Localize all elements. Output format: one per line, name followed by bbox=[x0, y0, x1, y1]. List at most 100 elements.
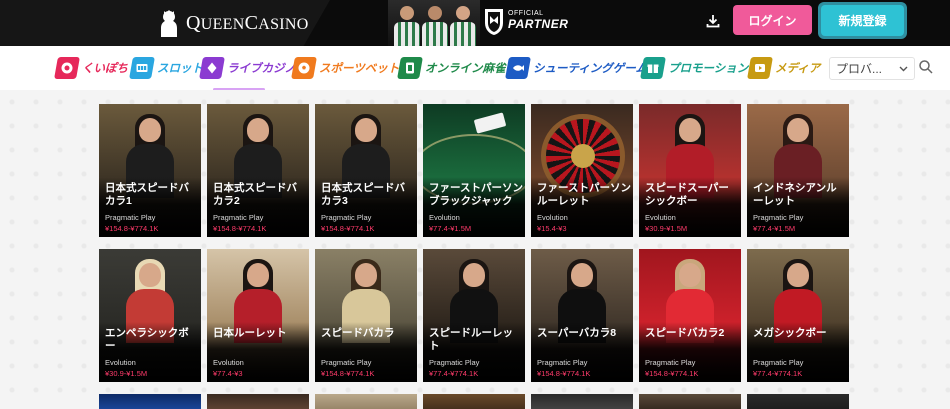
game-card[interactable]: 日本式スピードバカラ3 Pragmatic Play ¥154.8-¥774.1K bbox=[315, 104, 417, 237]
game-card[interactable] bbox=[99, 394, 201, 409]
signup-button[interactable]: 新規登録 bbox=[818, 2, 907, 39]
game-provider: Pragmatic Play bbox=[537, 358, 588, 367]
provider-select[interactable]: プロバ... bbox=[829, 57, 915, 80]
game-card[interactable]: 日本式スピードバカラ2 Pragmatic Play ¥154.8-¥774.1K bbox=[207, 104, 309, 237]
nav-item-promotion[interactable]: プロモーション bbox=[640, 54, 749, 82]
game-card[interactable]: インドネシアンルーレット Pragmatic Play ¥77.4-¥1.5M bbox=[747, 104, 849, 237]
game-title: ファーストパーソンブラックジャック bbox=[429, 182, 523, 207]
game-card[interactable]: 日本式スピードバカラ1 Pragmatic Play ¥154.8-¥774.1K bbox=[99, 104, 201, 237]
game-provider: Evolution bbox=[213, 358, 244, 367]
game-card[interactable] bbox=[315, 394, 417, 409]
game-provider: Pragmatic Play bbox=[429, 358, 480, 367]
game-title: 日本式スピードバカラ1 bbox=[105, 182, 189, 207]
game-bet-range: ¥154.8-¥774.1K bbox=[645, 369, 699, 378]
top-header: QUEENCASINO OFFICIAL PARTNER ログイン 新規登録 bbox=[0, 0, 950, 46]
game-provider: Pragmatic Play bbox=[321, 358, 372, 367]
game-bet-range: ¥77.4-¥774.1K bbox=[429, 369, 479, 378]
game-card[interactable]: 日本ルーレット Evolution ¥77.4-¥3 bbox=[207, 249, 309, 382]
nav-item-slot[interactable]: スロット bbox=[129, 54, 203, 82]
search-button[interactable] bbox=[918, 59, 936, 77]
game-bet-range: ¥77.4-¥1.5M bbox=[753, 224, 796, 233]
game-card[interactable]: エンペラシックボー Evolution ¥30.9-¥1.5M bbox=[99, 249, 201, 382]
game-title: インドネシアンルーレット bbox=[753, 182, 837, 207]
game-title: 日本式スピードバカラ3 bbox=[321, 182, 405, 207]
game-title: 日本式スピードバカラ2 bbox=[213, 182, 297, 207]
game-bet-range: ¥154.8-¥774.1K bbox=[321, 224, 375, 233]
provider-select-value: プロバ... bbox=[836, 62, 883, 76]
game-card[interactable]: スピードスーパーシックボー Evolution ¥30.9-¥1.5M bbox=[639, 104, 741, 237]
game-title: ファーストパーソンルーレット bbox=[537, 182, 631, 207]
logo-wordmark: QUEENCASINO bbox=[186, 11, 309, 34]
club-crest-icon bbox=[485, 9, 503, 35]
game-card[interactable] bbox=[639, 394, 741, 409]
game-title: メガシックボー bbox=[753, 327, 827, 339]
game-provider: Pragmatic Play bbox=[645, 358, 696, 367]
game-bet-range: ¥30.9-¥1.5M bbox=[645, 224, 688, 233]
game-bet-range: ¥154.8-¥774.1K bbox=[105, 224, 159, 233]
nav-item-shooting-game[interactable]: シューティングゲーム bbox=[505, 54, 647, 82]
game-card[interactable]: メガシックボー Pragmatic Play ¥77.4-¥774.1K bbox=[747, 249, 849, 382]
game-bet-range: ¥15.4-¥3 bbox=[537, 224, 567, 233]
nav-label: プロモーション bbox=[668, 63, 749, 75]
nav-item-sports-bet[interactable]: スポーツベット bbox=[291, 54, 400, 82]
category-nav: くいぽち スロット ライブカジノ スポーツベット オンライン麻雀 シューティング… bbox=[0, 46, 950, 90]
game-provider: Evolution bbox=[105, 358, 136, 367]
nav-item-media[interactable]: メディア bbox=[747, 54, 821, 82]
roulette-hub-graphic bbox=[571, 144, 595, 168]
game-card[interactable]: スピードルーレット Pragmatic Play ¥77.4-¥774.1K bbox=[423, 249, 525, 382]
nav-label: くいぽち bbox=[82, 63, 128, 75]
official-partner-banner[interactable]: OFFICIAL PARTNER bbox=[388, 0, 568, 46]
game-provider: Evolution bbox=[537, 213, 568, 222]
game-card[interactable]: ファーストパーソンブラックジャック Evolution ¥77.4-¥1.5M bbox=[423, 104, 525, 237]
nav-label: メディア bbox=[775, 63, 821, 75]
nav-label: スポーツベット bbox=[319, 63, 400, 75]
game-bet-range: ¥154.8-¥774.1K bbox=[213, 224, 267, 233]
game-bet-range: ¥154.8-¥774.1K bbox=[321, 369, 375, 378]
game-title: スピードルーレット bbox=[429, 327, 513, 352]
game-provider: Evolution bbox=[645, 213, 676, 222]
game-card[interactable] bbox=[207, 394, 309, 409]
game-card[interactable] bbox=[531, 394, 633, 409]
nav-item-live-casino[interactable]: ライブカジノ bbox=[199, 54, 296, 82]
card-shoe-graphic bbox=[473, 112, 507, 134]
game-card[interactable]: スピードバカラ Pragmatic Play ¥154.8-¥774.1K bbox=[315, 249, 417, 382]
game-title: 日本ルーレット bbox=[213, 327, 287, 339]
game-list-area: 日本式スピードバカラ1 Pragmatic Play ¥154.8-¥774.1K 日… bbox=[0, 90, 950, 409]
signup-label: 新規登録 bbox=[821, 5, 904, 36]
game-title: スピードバカラ bbox=[321, 327, 395, 339]
nav-item-kuipochi[interactable]: くいぽち bbox=[54, 54, 128, 82]
queen-casino-logo[interactable]: QUEENCASINO bbox=[158, 8, 309, 38]
game-bet-range: ¥154.8-¥774.1K bbox=[537, 369, 591, 378]
diamond-icon bbox=[199, 57, 225, 79]
game-card[interactable] bbox=[423, 394, 525, 409]
game-provider: Pragmatic Play bbox=[753, 213, 804, 222]
game-card[interactable]: ファーストパーソンルーレット Evolution ¥15.4-¥3 bbox=[531, 104, 633, 237]
game-title: エンペラシックボー bbox=[105, 327, 189, 352]
chat-bubble-icon bbox=[54, 57, 80, 79]
fish-icon bbox=[505, 57, 531, 79]
partner-label: OFFICIAL PARTNER bbox=[508, 10, 569, 31]
game-bet-range: ¥77.4-¥3 bbox=[213, 369, 243, 378]
game-provider: Evolution bbox=[429, 213, 460, 222]
nav-label: ライブカジノ bbox=[227, 63, 296, 75]
game-card[interactable]: スピードバカラ2 Pragmatic Play ¥154.8-¥774.1K bbox=[639, 249, 741, 382]
chevron-down-icon bbox=[899, 66, 908, 71]
game-card[interactable] bbox=[747, 394, 849, 409]
login-button[interactable]: ログイン bbox=[733, 5, 812, 35]
media-icon bbox=[747, 57, 773, 79]
game-provider: Pragmatic Play bbox=[105, 213, 156, 222]
game-title: スピードバカラ2 bbox=[645, 327, 725, 339]
game-provider: Pragmatic Play bbox=[753, 358, 804, 367]
gift-icon bbox=[640, 57, 666, 79]
nav-label: シューティングゲーム bbox=[533, 63, 647, 75]
download-button[interactable] bbox=[704, 12, 722, 30]
ball-icon bbox=[291, 57, 317, 79]
game-title: スピードスーパーシックボー bbox=[645, 182, 729, 207]
game-bet-range: ¥77.4-¥1.5M bbox=[429, 224, 472, 233]
game-title: スーパーバカラ8 bbox=[537, 327, 617, 339]
nav-label: スロット bbox=[157, 63, 203, 75]
download-icon bbox=[706, 15, 720, 28]
nav-item-online-mahjong[interactable]: オンライン麻雀 bbox=[397, 54, 506, 82]
search-icon bbox=[919, 60, 933, 74]
game-card[interactable]: スーパーバカラ8 Pragmatic Play ¥154.8-¥774.1K bbox=[531, 249, 633, 382]
